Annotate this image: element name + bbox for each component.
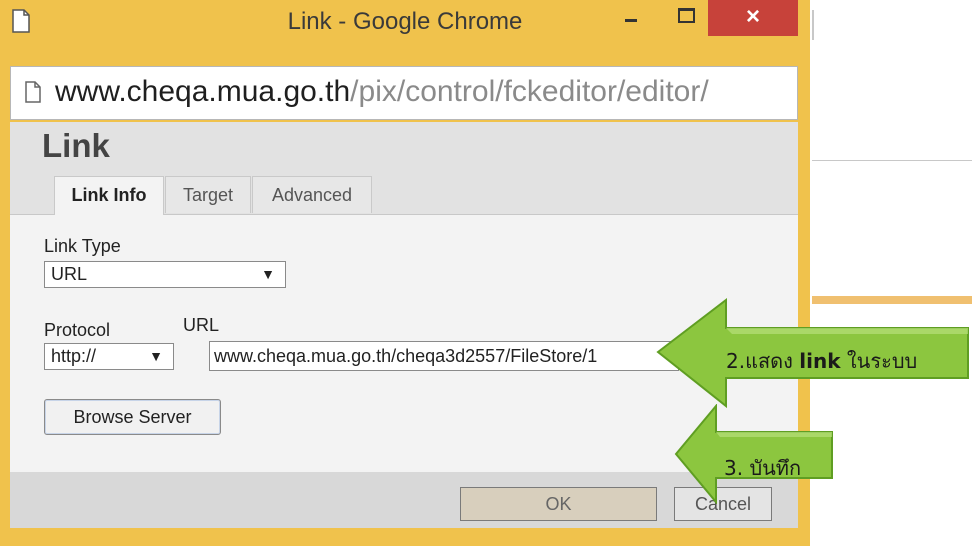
- minimize-icon: [625, 19, 637, 22]
- chevron-down-icon: ▼: [261, 266, 275, 282]
- callout-text-save: 3. บันทึก: [724, 456, 802, 480]
- link-type-select[interactable]: URL ▼: [44, 261, 286, 288]
- url-input[interactable]: www.cheqa.mua.go.th/cheqa3d2557/FileStor…: [209, 341, 679, 371]
- address-url[interactable]: www.cheqa.mua.go.th/pix/control/fckedito…: [55, 75, 709, 109]
- link-type-label: Link Type: [44, 236, 121, 256]
- tab-link-info[interactable]: Link Info: [54, 176, 164, 215]
- callout-suffix: ในระบบ: [840, 349, 918, 373]
- background-divider: [812, 160, 972, 161]
- tab-target[interactable]: Target: [165, 176, 251, 213]
- page-icon: [25, 81, 41, 103]
- address-host: www.cheqa.mua.go.th: [55, 75, 351, 108]
- dialog-title: Link: [42, 127, 110, 164]
- protocol-label: Protocol: [44, 320, 111, 340]
- callout-prefix: 2.แสดง: [726, 349, 800, 373]
- browse-server-button[interactable]: Browse Server: [44, 399, 221, 435]
- protocol-select[interactable]: http:// ▼: [44, 343, 174, 370]
- dialog-header: Link Link Info Target Advanced: [10, 122, 798, 215]
- minimize-button[interactable]: [606, 0, 656, 36]
- tab-advanced[interactable]: Advanced: [252, 176, 372, 213]
- address-bar[interactable]: www.cheqa.mua.go.th/pix/control/fckedito…: [10, 66, 798, 120]
- background-divider: [812, 10, 814, 40]
- url-label: URL: [183, 315, 220, 335]
- chevron-down-icon: ▼: [149, 348, 163, 364]
- protocol-value: http://: [51, 346, 97, 366]
- callout-text-show-link: 2.แสดง link ในระบบ: [726, 345, 917, 377]
- link-type-value: URL: [51, 264, 88, 284]
- close-icon: ×: [745, 3, 760, 30]
- ok-button[interactable]: OK: [460, 487, 657, 521]
- callout-bold-link: link: [799, 349, 841, 373]
- maximize-icon: [678, 8, 695, 23]
- close-button[interactable]: ×: [708, 0, 798, 36]
- address-path: /pix/control/fckeditor/editor/: [350, 75, 709, 108]
- maximize-button[interactable]: [660, 0, 710, 36]
